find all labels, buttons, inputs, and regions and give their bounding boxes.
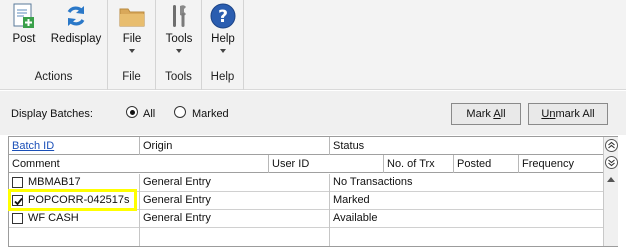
empty-cell xyxy=(140,228,330,246)
actions-group: Post Redisplay Actions xyxy=(0,0,108,90)
frequency-column-header[interactable]: Frequency xyxy=(519,155,603,173)
row-checkbox[interactable] xyxy=(12,177,23,188)
chevron-down-icon xyxy=(129,49,135,53)
post-button[interactable]: Post xyxy=(7,2,41,45)
table-row[interactable]: POPCORR-042517s General Entry Marked xyxy=(9,192,603,210)
display-batches-label: Display Batches: xyxy=(11,108,93,120)
expand-rows-button[interactable] xyxy=(605,156,618,169)
batch-id-text: WF CASH xyxy=(28,212,79,224)
file-menu-label: File xyxy=(122,33,142,45)
grid-sidebar xyxy=(603,137,618,246)
status-cell: Available xyxy=(333,212,378,224)
file-menu-button[interactable]: File xyxy=(115,2,149,53)
ribbon: Post Redisplay Actions File File Tools T… xyxy=(0,0,626,90)
batch-id-text: MBMAB17 xyxy=(28,176,81,188)
batch-id-cell: POPCORR-042517s xyxy=(9,192,140,210)
origin-cell: General Entry xyxy=(140,174,330,192)
post-label: Post xyxy=(12,33,36,45)
row-checkbox[interactable] xyxy=(12,195,23,206)
tools-menu-button[interactable]: Tools xyxy=(162,2,196,53)
radio-marked-label: Marked xyxy=(192,108,229,120)
collapse-rows-button[interactable] xyxy=(605,139,618,152)
tools-menu-label: Tools xyxy=(165,33,193,45)
unmark-all-button[interactable]: Unmark All xyxy=(528,103,608,125)
user-id-column-header[interactable]: User ID xyxy=(269,155,384,173)
post-icon xyxy=(13,3,34,28)
file-group: File File xyxy=(108,0,156,90)
mark-all-label-pre: Mark xyxy=(466,108,494,120)
checkmark-icon xyxy=(14,197,23,206)
display-options-bar: Display Batches: All Marked Mark All Unm… xyxy=(0,91,626,135)
table-row-empty xyxy=(9,228,603,246)
folder-icon xyxy=(119,8,145,27)
tools-icon xyxy=(173,5,186,27)
origin-column-header[interactable]: Origin xyxy=(140,137,330,155)
chevron-down-icon xyxy=(220,49,226,53)
chevron-down-icon xyxy=(176,49,182,53)
redisplay-label: Redisplay xyxy=(50,33,102,45)
row-checkbox[interactable] xyxy=(12,213,23,224)
radio-marked[interactable] xyxy=(174,106,186,118)
tools-group: Tools Tools xyxy=(156,0,202,90)
double-chevron-up-icon xyxy=(608,141,615,149)
mark-all-button[interactable]: Mark All xyxy=(451,103,521,125)
batch-id-cell: WF CASH xyxy=(9,210,140,228)
scroll-up-arrow-icon[interactable] xyxy=(607,177,615,182)
table-row[interactable]: MBMAB17 General Entry No Transactions xyxy=(9,174,603,192)
redisplay-button[interactable]: Redisplay xyxy=(48,2,104,45)
help-group: ? Help Help xyxy=(202,0,244,90)
help-menu-label: Help xyxy=(211,33,235,45)
file-group-title: File xyxy=(122,71,141,83)
actions-group-title: Actions xyxy=(34,71,73,83)
grid-header-row-1: Batch ID Origin Status xyxy=(9,137,603,155)
origin-cell: General Entry xyxy=(140,192,330,210)
radio-all[interactable] xyxy=(126,106,138,118)
tools-group-title: Tools xyxy=(165,71,192,83)
posted-column-header[interactable]: Posted xyxy=(454,155,519,173)
batch-grid: Batch ID Origin Status Comment User ID N… xyxy=(8,136,618,247)
status-cell: Marked xyxy=(333,194,370,206)
help-menu-button[interactable]: ? Help xyxy=(206,2,240,53)
svg-text:?: ? xyxy=(218,7,228,27)
double-chevron-down-icon xyxy=(608,159,615,167)
table-row[interactable]: WF CASH General Entry Available xyxy=(9,210,603,228)
refresh-icon xyxy=(67,6,85,26)
mark-all-label-accel: A xyxy=(493,108,501,120)
comment-column-header[interactable]: Comment xyxy=(9,155,269,173)
radio-all-label: All xyxy=(143,108,156,120)
mark-all-label-post: ll xyxy=(500,108,506,120)
status-column-header[interactable]: Status xyxy=(330,137,603,155)
help-group-title: Help xyxy=(210,71,235,83)
grid-header-row-2: Comment User ID No. of Trx Posted Freque… xyxy=(9,155,603,173)
empty-cell xyxy=(9,228,140,246)
no-of-trx-column-header[interactable]: No. of Trx xyxy=(384,155,454,173)
batch-id-cell: MBMAB17 xyxy=(9,174,140,192)
status-cell: No Transactions xyxy=(333,176,413,188)
help-icon: ? xyxy=(210,3,236,29)
origin-cell: General Entry xyxy=(140,210,330,228)
batch-id-text: POPCORR-042517s xyxy=(28,194,130,206)
unmark-all-label-post: mark All xyxy=(555,108,595,120)
batch-id-column-header[interactable]: Batch ID xyxy=(9,137,140,155)
